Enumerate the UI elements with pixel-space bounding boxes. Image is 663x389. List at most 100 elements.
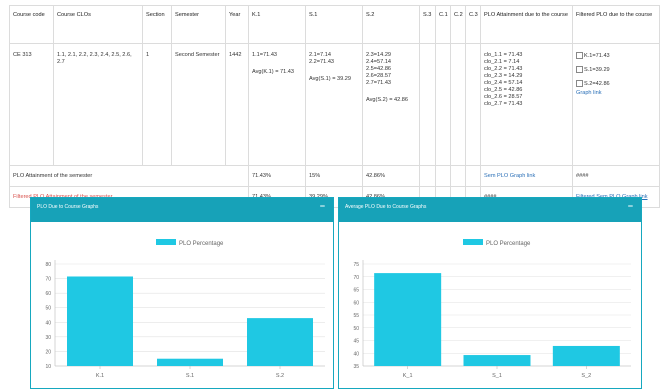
y-tick-label: 10 [45,364,51,370]
average-plo-graph-panel: Average PLO Due to Course Graphs − PLO P… [338,197,642,389]
checkbox[interactable] [576,65,583,73]
col-c3: C.3 [465,5,481,44]
panel-header: PLO Due to Course Graphs − [31,198,333,222]
y-tick-label: 30 [45,335,51,341]
y-tick-label: 45 [353,339,359,345]
y-tick-label: 65 [353,288,359,294]
course-code: CE 313 [9,43,54,166]
course-clos: 1.1, 2.1, 2.2, 2.3, 2.4, 2.5, 2.6, 2.7 [53,43,143,166]
legend-label: PLO Percentage [486,241,531,247]
minimize-icon[interactable]: − [628,201,633,211]
x-tick-label: K.1 [96,373,104,379]
clo-value: clo_1.1 = 71.43 [484,52,523,58]
s2-cell: 2.3=14.29 2.4=57.14 2.5=42.86 2.6=28.57 … [362,43,420,166]
filtered-plo-cell: K.1=71.43 S.1=39.29 S.2=42.86 Graph link [572,43,660,166]
s1-average: Avg(S.1) = 39.29 [309,75,352,82]
x-tick-label: S_1 [492,373,502,379]
clo-value: clo_2.5 = 42.86 [484,86,523,93]
clo-value: clo_2.1 = 7.14 [484,58,520,65]
minimize-icon[interactable]: − [320,201,325,211]
legend-swatch [156,239,176,245]
s2-clo-value: 2.5=42.86 [366,65,392,72]
col-year: Year [225,5,249,44]
y-tick-label: 50 [45,306,51,312]
y-tick-label: 40 [45,320,51,326]
sem-plo-graph-link[interactable]: Sem PLO Graph link [480,165,573,187]
y-tick-label: 35 [353,364,359,370]
semester-s2: 42.86% [362,165,420,187]
s2-clo-value: 2.3=14.29 [366,52,392,58]
graph-link[interactable]: Graph link [576,90,656,97]
bar-s2 [552,345,620,366]
bar-s1 [463,355,531,366]
year: 1442 [225,43,249,166]
col-course-clos: Course CLOs [53,5,143,44]
clo-value: clo_2.7 = 71.43 [484,100,523,107]
s3-cell [419,43,436,166]
semester-attainment-row: PLO Attainment of the semester 71.43% 15… [9,165,660,187]
c1-cell [435,43,451,166]
col-plo-attainment: PLO Attainment due to the course [480,5,573,44]
x-tick-label: S.1 [186,373,194,379]
plo-bar-chart: PLO Percentage 10 20 30 40 50 60 70 80 K.1 S.1 S.2 [45,239,325,379]
k1-average: Avg(K.1) = 71.43 [252,68,295,75]
col-section: Section [142,5,172,44]
col-c2: C.2 [450,5,466,44]
y-tick-label: 70 [353,275,359,281]
col-course-code: Course code [9,5,54,44]
col-s3: S.3 [419,5,436,44]
x-tick-label: K_1 [403,373,413,379]
s2-clo-value: 2.4=57.14 [366,58,392,65]
filter-option-label: K.1=71.43 [584,52,610,59]
checkbox[interactable] [576,52,583,59]
clo-value: clo_2.4 = 57.14 [484,79,523,86]
bar-k1 [67,276,133,366]
s2-clo-value: 2.6=28.57 [366,72,392,79]
s1-cell: 2.1=7.14 2.2=71.43 Avg(S.1) = 39.29 [305,43,363,166]
x-tick-label: S.2 [276,373,284,379]
plo-table: Course code Course CLOs Section Semester… [9,5,660,208]
col-k1: K.1 [248,5,306,44]
s1-clo-value: 2.1=7.14 [309,52,331,58]
s2-average: Avg(S.2) = 42.86 [366,96,409,103]
semester: Second Semester [171,43,226,166]
panel-title: Average PLO Due to Course Graphs [345,204,427,210]
y-tick-label: 60 [45,291,51,297]
s2-clo-value: 2.7=71.43 [366,79,392,86]
y-tick-label: 60 [353,300,359,306]
filter-option-label: S.1=39.29 [584,66,610,73]
table-row: CE 313 1.1, 2.1, 2.2, 2.3, 2.4, 2.5, 2.6… [9,43,660,166]
panel-header: Average PLO Due to Course Graphs − [339,198,641,222]
plo-attainment-cell: clo_1.1 = 71.43 clo_2.1 = 7.14 clo_2.2 =… [480,43,573,166]
col-c1: C.1 [435,5,451,44]
col-s2: S.2 [362,5,420,44]
x-tick-label: S_2 [581,373,591,379]
filter-option[interactable]: S.2=42.86 [576,79,656,88]
bar-s1 [157,358,223,366]
semester-s1: 15% [305,165,363,187]
filter-option[interactable]: K.1=71.43 [576,52,656,60]
semester-hashes: #### [572,165,660,187]
k1-cell: 1.1=71.43 Avg(K.1) = 71.43 [248,43,306,166]
filter-option-label: S.2=42.86 [584,80,610,87]
plo-graph-panel: PLO Due to Course Graphs − PLO Percentag… [30,197,334,389]
bar-k1 [374,273,442,366]
c2-cell [450,43,466,166]
y-tick-label: 40 [353,351,359,357]
section: 1 [142,43,172,166]
clo-value: clo_2.3 = 14.29 [484,72,523,79]
checkbox[interactable] [576,79,583,87]
y-tick-label: 50 [353,326,359,332]
y-tick-label: 80 [45,262,51,268]
col-s1: S.1 [305,5,363,44]
clo-value: clo_2.6 = 28.57 [484,93,523,100]
filter-option[interactable]: S.1=39.29 [576,65,656,74]
semester-k1: 71.43% [248,165,306,187]
col-filtered-plo: Filtered PLO due to the course [572,5,660,44]
k1-clo-value: 1.1=71.43 [252,52,278,58]
header-row: Course code Course CLOs Section Semester… [9,5,660,44]
s1-clo-value: 2.2=71.43 [309,58,335,65]
legend-label: PLO Percentage [179,241,224,247]
legend-swatch [463,239,483,245]
y-tick-label: 75 [353,262,359,268]
